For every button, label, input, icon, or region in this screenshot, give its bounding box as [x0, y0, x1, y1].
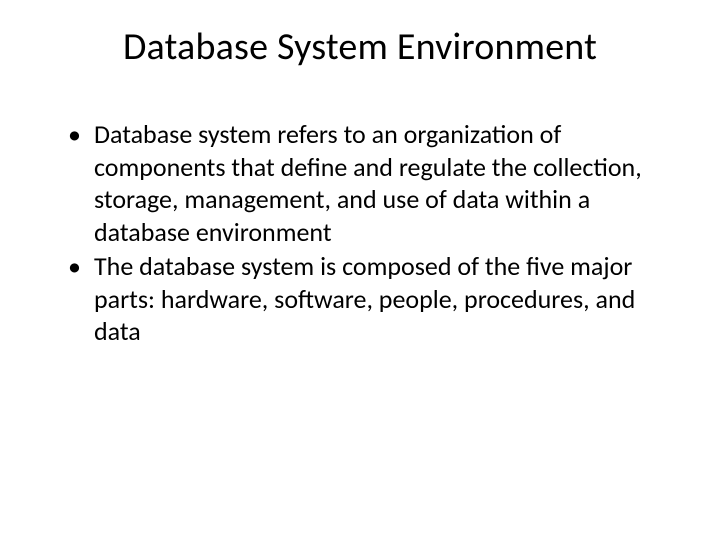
bullet-item: Database system refers to an organizatio… — [76, 118, 672, 248]
bullet-item: The database system is composed of the f… — [76, 250, 672, 348]
slide-title: Database System Environment — [48, 24, 672, 70]
bullet-list: Database system refers to an organizatio… — [48, 118, 672, 348]
